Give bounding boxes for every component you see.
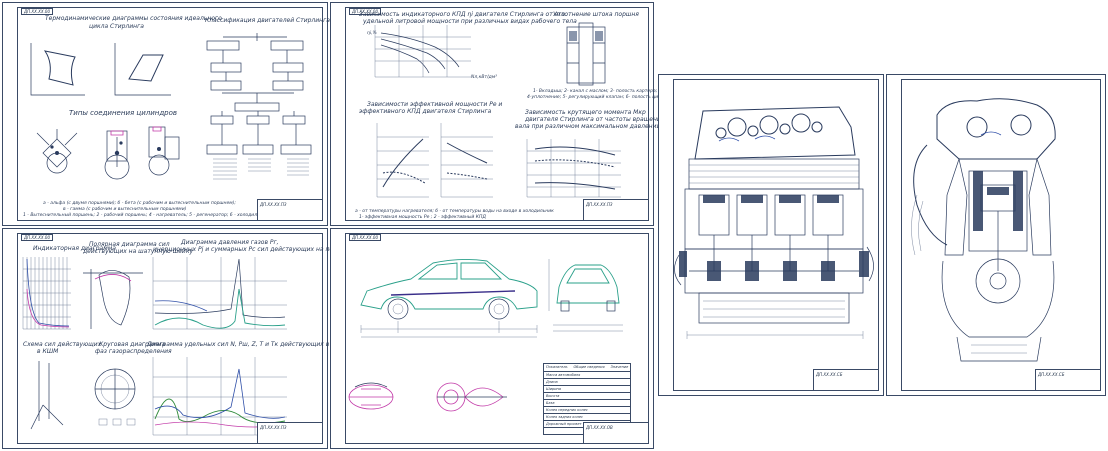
table-header-cell: Показатель [546,365,568,369]
title-block-stamp: ДП.ХХ.ХХ.ПЗ [257,199,323,221]
stamp-code: ДП.ХХ.ХХ.ПЗ [260,425,287,430]
table-row: Колея задних колес [544,414,630,421]
sheet6-drawings [911,98,1056,362]
sheet2-drawings [374,22,621,198]
drawing-sheet-engine-cross-section[interactable]: ДП.ХХ.ХХ.СБ [886,74,1106,396]
table-row: Высота [544,393,630,400]
title-block-stamp: ДП.ХХ.ХХ.СБ [813,369,879,391]
table-header-cell: Значение [610,365,629,369]
table-header-cell: Общие сведения [573,365,605,369]
sheet3-drawings [22,257,287,436]
table-row: Длина [544,379,630,386]
drawing-sheet-vehicle-general-view[interactable]: ДП.ХХ.ХХ.00 Показатель Общие сведения Зн… [330,228,654,449]
sheet1-drawings [30,33,312,180]
table-row: База [544,400,630,407]
sheet5-drawings [674,106,874,339]
drawing-sheet-stirling-performance[interactable]: ДП.ХХ.ХХ.00 Зависимость индикаторного КП… [330,2,676,226]
table-row: Колея передних колес [544,407,630,414]
table-row: Масса автомобиля [544,372,630,379]
table-header: Показатель Общие сведения Значение [544,364,630,372]
drawing-sheet-stirling-classification[interactable]: ДП.ХХ.ХХ.00 Термодинамические диаграммы … [2,2,330,226]
drawing-sheet-engine-dynamics[interactable]: ДП.ХХ.ХХ.00 Индикаторная диаграмма Поляр… [2,228,354,449]
drawing-sheet-engine-longitudinal-section[interactable]: ДП.ХХ.ХХ.СБ [658,74,884,396]
title-block-stamp: ДП.ХХ.ХХ.ПЗ [257,422,323,444]
title-block-stamp: ДП.ХХ.ХХ.ПЗ [583,199,649,221]
title-block-stamp: ДП.ХХ.ХХ.ОВ [583,422,649,444]
stamp-code: ДП.ХХ.ХХ.ПЗ [586,202,613,207]
title-block-stamp: ДП.ХХ.ХХ.СБ [1035,369,1101,391]
stamp-code: ДП.ХХ.ХХ.ОВ [586,425,613,430]
stamp-code: ДП.ХХ.ХХ.СБ [816,372,843,377]
stamp-code: ДП.ХХ.ХХ.СБ [1038,372,1065,377]
table-row: Ширина [544,386,630,393]
stamp-code: ДП.ХХ.ХХ.ПЗ [260,202,287,207]
